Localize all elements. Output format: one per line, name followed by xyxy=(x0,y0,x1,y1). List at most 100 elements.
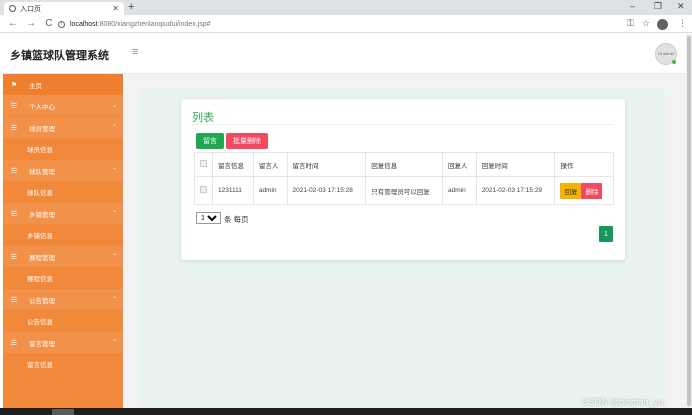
table-row: 1231111 admin 2021-02-03 17:15:28 只有管理员可… xyxy=(194,176,614,205)
scrollbar-thumb[interactable] xyxy=(687,36,691,406)
list-icon: ☰ xyxy=(10,102,18,110)
browser-tab-bar: 入口页 ✕ + – ❐ ✕ xyxy=(0,0,692,15)
sidebar-item-label: 球队信息 xyxy=(27,189,53,197)
column-header: 留言信息 xyxy=(212,152,254,177)
chevron-up-icon: ⌃ xyxy=(111,254,117,260)
chevron-down-icon: ⌄ xyxy=(111,103,117,109)
cell-author: admin xyxy=(252,176,288,205)
browser-tab[interactable]: 入口页 ✕ xyxy=(4,2,124,15)
sidebar-item-home[interactable]: ⚑ 主页 xyxy=(3,74,123,95)
sidebar-group-personal[interactable]: ☰ 个人中心 ⌄ xyxy=(3,95,123,116)
sidebar-item-message-info[interactable]: 留言信息 xyxy=(3,353,123,374)
sidebar-item-schedule-info[interactable]: 赛程信息 xyxy=(3,267,123,288)
sidebar-group-label: 个人中心 xyxy=(29,103,55,111)
list-icon: ☰ xyxy=(10,296,18,304)
address-bar: ← → C i localhost:8080/xiangzhenlanqiudu… xyxy=(0,15,692,33)
sidebar-group-label: 乡镇管理 xyxy=(29,211,55,219)
divider xyxy=(192,124,614,125)
message-table: 留言信息 留言人 留言时间 回复信息 回复人 回复时间 操作 1231111 a… xyxy=(194,152,614,205)
select-all-checkbox[interactable] xyxy=(200,160,207,167)
online-status-dot xyxy=(672,60,676,64)
key-icon[interactable]: ⚿ xyxy=(627,18,634,29)
list-icon: ☰ xyxy=(10,167,18,175)
cell-actions: 回复 删除 xyxy=(554,176,614,205)
sidebar-group-label: 球员管理 xyxy=(29,125,55,133)
sidebar-item-town-info[interactable]: 乡镇信息 xyxy=(3,224,123,245)
reply-button[interactable]: 回复 xyxy=(560,182,582,199)
sidebar-group-teams[interactable]: ☰ 球队管理 ⌃ xyxy=(3,160,123,181)
maximize-icon[interactable]: ❐ xyxy=(654,1,662,12)
card-title: 列表 xyxy=(192,112,214,124)
sidebar-group-label: 球队管理 xyxy=(29,168,55,176)
forward-icon[interactable]: → xyxy=(26,18,36,29)
url-path: :8080/xiangzhenlanqiudui/index.jsp# xyxy=(97,20,211,28)
cell-replier: admin xyxy=(442,176,477,205)
sidebar-item-notice-info[interactable]: 公告信息 xyxy=(3,310,123,331)
column-header: 回复信息 xyxy=(365,152,444,177)
reload-icon[interactable]: C xyxy=(44,18,54,29)
url-field[interactable]: i localhost:8080/xiangzhenlanqiudui/inde… xyxy=(58,17,618,31)
site-info-icon[interactable]: i xyxy=(58,20,65,28)
taskbar-item[interactable] xyxy=(52,409,74,415)
sidebar-group-towns[interactable]: ☰ 乡镇管理 ⌃ xyxy=(3,203,123,224)
sidebar-item-label: 球员信息 xyxy=(27,146,53,154)
flag-icon: ⚑ xyxy=(10,81,18,89)
back-icon[interactable]: ← xyxy=(8,18,18,29)
window-close-icon[interactable]: ✕ xyxy=(677,1,685,12)
minimize-icon[interactable]: – xyxy=(630,1,635,11)
sidebar-group-label: 留言管理 xyxy=(29,340,55,348)
cell-message: 1231111 xyxy=(212,176,254,205)
row-select-cell[interactable] xyxy=(194,176,213,205)
page-size-label: 条 每页 xyxy=(224,215,249,224)
sidebar-group-players[interactable]: ☰ 球员管理 ⌃ xyxy=(3,117,123,138)
list-icon: ☰ xyxy=(10,124,18,132)
column-header: 留言人 xyxy=(252,152,288,177)
bookmark-star-icon[interactable]: ☆ xyxy=(642,18,650,29)
menu-toggle-icon[interactable]: ≡ xyxy=(132,46,138,58)
table-header-row: 留言信息 留言人 留言时间 回复信息 回复人 回复时间 操作 xyxy=(194,152,614,177)
list-icon: ☰ xyxy=(10,253,18,261)
sidebar-item-label: 公告信息 xyxy=(27,318,53,326)
sidebar-group-schedule[interactable]: ☰ 赛程管理 ⌃ xyxy=(3,246,123,267)
app-title: 乡镇篮球队管理系统 xyxy=(10,50,109,62)
chevron-up-icon: ⌃ xyxy=(111,211,117,217)
sidebar-group-notices[interactable]: ☰ 公告管理 ⌃ xyxy=(3,289,123,310)
tab-title: 入口页 xyxy=(20,5,41,13)
tab-favicon-icon xyxy=(9,5,16,12)
sidebar-item-label: 主页 xyxy=(29,82,42,90)
chevron-up-icon: ⌃ xyxy=(111,340,117,346)
sidebar-item-label: 乡镇信息 xyxy=(27,232,53,240)
chevron-up-icon: ⌃ xyxy=(111,297,117,303)
add-message-button[interactable]: 留言 xyxy=(196,133,224,149)
column-header: 回复时间 xyxy=(475,152,556,177)
list-card: 列表 留言 批量删除 留言信息 留言人 留言时间 回复信息 回复人 回复时间 操… xyxy=(181,99,625,260)
pagination-page-1[interactable]: 1 xyxy=(599,226,613,242)
cell-reply: 只有管理员可以回复 xyxy=(365,176,444,205)
chevron-up-icon: ⌃ xyxy=(111,125,117,131)
chevron-up-icon: ⌃ xyxy=(111,168,117,174)
batch-delete-button[interactable]: 批量删除 xyxy=(226,133,268,149)
sidebar-item-label: 留言信息 xyxy=(27,361,53,369)
sidebar-item-label: 赛程信息 xyxy=(27,275,53,283)
list-icon: ☰ xyxy=(10,339,18,347)
sidebar-group-label: 公告管理 xyxy=(29,297,55,305)
new-tab-icon[interactable]: + xyxy=(128,1,134,13)
page-size-select[interactable]: 10 xyxy=(196,212,221,224)
cell-reply-time: 2021-02-03 17:15:29 xyxy=(475,176,556,205)
browser-profile-icon[interactable] xyxy=(657,19,668,30)
sidebar-item-player-info[interactable]: 球员信息 xyxy=(3,138,123,159)
os-taskbar xyxy=(0,408,692,415)
cell-time: 2021-02-03 17:15:28 xyxy=(286,176,367,205)
column-header: 回复人 xyxy=(442,152,477,177)
sidebar-group-label: 赛程管理 xyxy=(29,254,55,262)
row-checkbox[interactable] xyxy=(200,186,207,193)
tab-close-icon[interactable]: ✕ xyxy=(112,4,119,13)
delete-button[interactable]: 删除 xyxy=(581,182,603,199)
select-all-cell[interactable] xyxy=(194,152,213,177)
sidebar-item-team-info[interactable]: 球队信息 xyxy=(3,181,123,202)
watermark: CSDN @pingfan_yu xyxy=(582,397,664,407)
browser-menu-icon[interactable]: ⋮ xyxy=(678,18,687,29)
url-host: localhost xyxy=(70,20,98,28)
app-header: 乡镇篮球队管理系统 ≡ Hi admin xyxy=(0,34,686,74)
sidebar-group-messages[interactable]: ☰ 留言管理 ⌃ xyxy=(3,332,123,353)
